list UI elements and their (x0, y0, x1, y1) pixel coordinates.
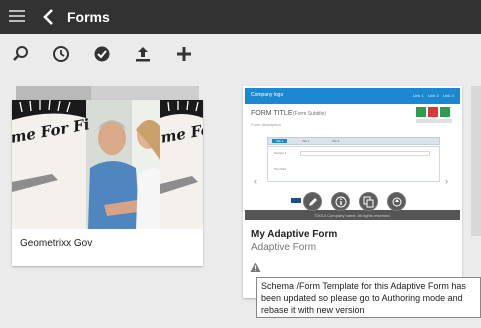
card-thumbnail: me For Fi me For Fi (12, 100, 203, 229)
form-preview: Company logo Link 1 Link 2 Link 3 FORM T… (243, 86, 462, 221)
card-title: Geometrixx Gov (20, 238, 93, 249)
preview-form-title: FORM TITLE (251, 110, 293, 117)
preview-text-line (416, 119, 452, 123)
form-card-my-adaptive-form[interactable]: Company logo Link 1 Link 2 Link 3 FORM T… (243, 86, 462, 298)
copy-action-button[interactable] (359, 192, 378, 211)
preview-prev-arrow-icon: ‹ (254, 176, 257, 186)
copy-icon (363, 196, 374, 208)
search-icon[interactable] (11, 44, 31, 64)
card-subtitle: Adaptive Form (251, 242, 317, 253)
clock-icon[interactable] (51, 44, 71, 64)
preview-header: Company logo Link 1 Link 2 Link 3 (245, 88, 460, 104)
card-title: My Adaptive Form (251, 229, 338, 240)
preview-submit-square (440, 107, 450, 117)
edit-icon (309, 198, 317, 206)
company-logo-text: Company logo (251, 92, 284, 98)
preview-form-subtitle: (Form Subtitle) (293, 111, 327, 117)
upload-icon[interactable] (133, 44, 153, 64)
preview-field-label: Text field (274, 167, 286, 171)
preview-delete-square (428, 107, 438, 117)
preview-tabs-bar: Tab 1 Tab 2 Tab 3 (267, 137, 440, 145)
preview-footer: ©2014 Company name. All rights reserved. (245, 210, 460, 220)
preview-panel: Section 1 Text field (267, 146, 440, 182)
preview-link-2: Link 2 (428, 93, 439, 98)
folder-tab (16, 86, 199, 100)
thumbnail-collage (12, 100, 203, 229)
info-action-button[interactable] (331, 192, 350, 211)
preview-form-description: Form description (251, 122, 281, 127)
check-circle-icon[interactable] (92, 44, 112, 64)
hamburger-menu-icon[interactable] (9, 10, 25, 24)
plus-icon[interactable] (174, 44, 194, 64)
preview-small-button (291, 198, 301, 203)
form-card-geometrixx-gov[interactable]: me For Fi me For Fi Geometrixx Gov (12, 100, 203, 266)
preview-section-label: Section 1 (274, 151, 287, 155)
preview-link-1: Link 1 (413, 93, 424, 98)
preview-field-box (300, 151, 430, 156)
publish-action-button[interactable] (387, 192, 406, 211)
next-card-edge[interactable] (471, 86, 481, 236)
preview-next-arrow-icon: › (445, 176, 448, 186)
warning-icon[interactable] (250, 262, 261, 273)
top-bar: Forms (0, 0, 481, 34)
back-arrow-icon[interactable] (42, 8, 56, 26)
preview-tab-1: Tab 1 (272, 139, 288, 143)
rebase-warning-tooltip: Schema /Form Template for this Adaptive … (256, 277, 481, 318)
edit-action-button[interactable] (303, 192, 322, 211)
publish-icon (392, 197, 402, 207)
preview-link-3: Link 3 (443, 93, 454, 98)
action-toolbar (0, 34, 481, 74)
preview-tab-3: Tab 3 (332, 139, 340, 143)
page-title: Forms (67, 9, 110, 25)
info-icon (335, 196, 347, 208)
preview-save-square (416, 107, 426, 117)
preview-tab-2: Tab 2 (302, 139, 310, 143)
